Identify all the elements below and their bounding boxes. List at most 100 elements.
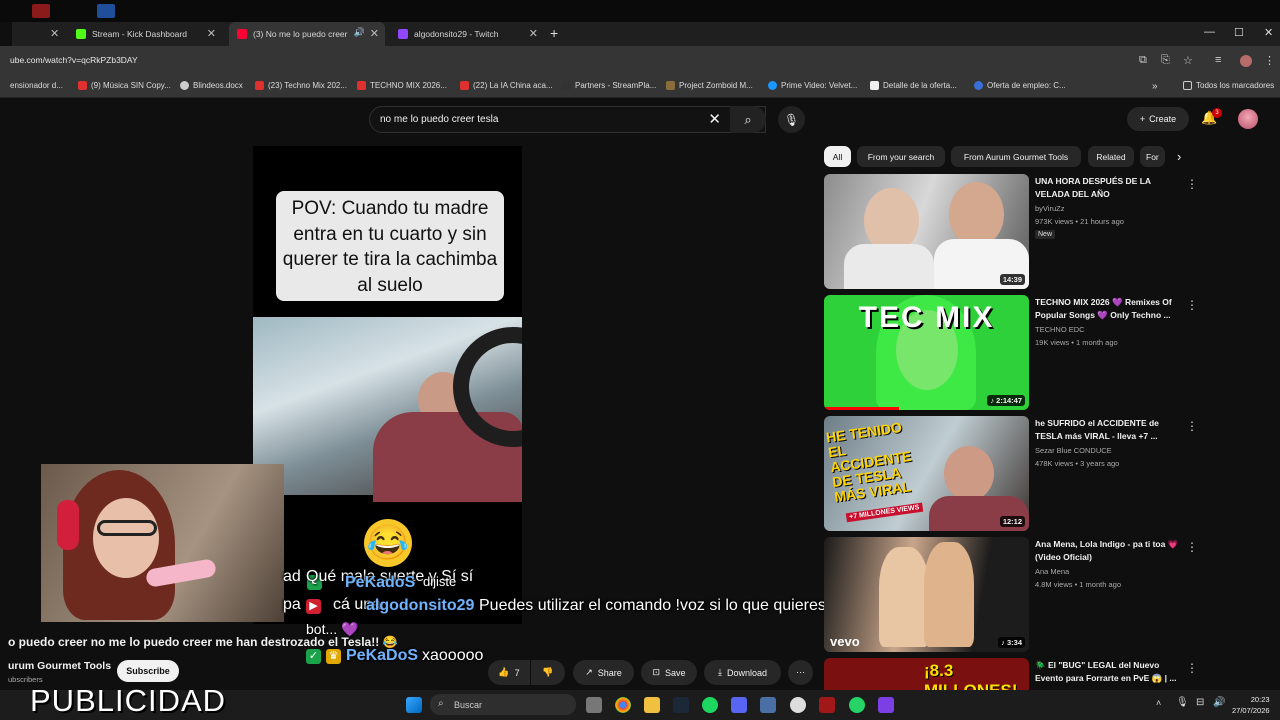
more-icon[interactable]: ⋮	[1186, 540, 1198, 554]
crown-badge-icon: ♛	[326, 649, 341, 664]
bookmark-label: (23) Techno Mix 202...	[268, 81, 348, 90]
tab-twitch[interactable]: algodonsito29 - Twitch ✕	[390, 22, 544, 46]
rec-channel[interactable]: TECHNO EDC	[1035, 325, 1085, 334]
dislike-button[interactable]: 👎	[531, 660, 565, 685]
more-icon[interactable]: ⋮	[1186, 661, 1198, 675]
subscribe-button[interactable]: Subscribe	[117, 660, 179, 682]
rec-thumbnail[interactable]: 14:39	[824, 174, 1029, 289]
bookmark[interactable]: Detalle de la oferta...	[870, 81, 957, 90]
bookmark[interactable]: ensionador d...	[10, 81, 63, 90]
taskbar-search[interactable]: ⌕ Buscar	[430, 694, 576, 715]
rec-title[interactable]: he SUFRIDO el ACCIDENTE de TESLA más VIR…	[1035, 417, 1185, 443]
maximize-icon[interactable]: ☐	[1234, 26, 1244, 39]
app-icon[interactable]	[760, 697, 776, 713]
video-player[interactable]: POV: Cuando tu madre entra en tu cuarto …	[253, 146, 522, 624]
voice-search-button[interactable]: 🎙	[778, 106, 805, 133]
chip-from-channel[interactable]: From Aurum Gourmet Tools	[951, 146, 1081, 167]
create-button[interactable]: + Create	[1127, 107, 1189, 131]
bookmark[interactable]: Project Zomboid M...	[666, 81, 753, 90]
rec-thumbnail[interactable]: ¡8.3 MILLONES!	[824, 658, 1029, 690]
steam-icon[interactable]	[673, 697, 689, 713]
chevron-up-icon[interactable]: ˄	[1156, 698, 1161, 708]
bookmark[interactable]: Oferta de empleo: C...	[974, 81, 1066, 90]
close-icon[interactable]: ✕	[370, 27, 379, 40]
like-button[interactable]: 👍 7	[488, 660, 530, 685]
chrome-icon[interactable]	[615, 697, 631, 713]
search-input[interactable]: no me lo puedo creer tesla	[380, 114, 498, 125]
rec-thumbnail[interactable]: TEC MIX ♪ 2:14:47	[824, 295, 1029, 410]
mic-icon: 🎙	[783, 112, 800, 127]
app-icon[interactable]	[878, 697, 894, 713]
whatsapp-icon[interactable]	[849, 697, 865, 713]
translate-icon[interactable]: ⧉	[1139, 54, 1147, 67]
channel-name[interactable]: urum Gourmet Tools	[8, 660, 111, 672]
bookmark[interactable]: Prime Video: Velvet...	[768, 81, 857, 90]
bookmark[interactable]: (23) Techno Mix 202...	[255, 81, 347, 90]
extensions-icon[interactable]: ≡	[1215, 54, 1221, 66]
task-view-icon[interactable]	[586, 697, 602, 713]
close-window-icon[interactable]: ✕	[1264, 26, 1273, 39]
speaker-icon[interactable]: 🔊	[354, 27, 365, 38]
chip-related[interactable]: Related	[1088, 146, 1134, 167]
rec-thumbnail[interactable]: vevo ♪ 3:34	[824, 537, 1029, 652]
more-icon[interactable]: ⋮	[1186, 419, 1198, 433]
clear-icon[interactable]: ✕	[708, 110, 721, 128]
avatar[interactable]	[1238, 109, 1258, 129]
share-button[interactable]: ↗ Share	[573, 660, 634, 685]
chevron-right-icon[interactable]: ›	[1177, 149, 1181, 164]
bookmark[interactable]: (9) Música SIN Copy...	[78, 81, 171, 90]
spotify-icon[interactable]	[702, 697, 718, 713]
chip-from-search[interactable]: From your search	[857, 146, 945, 167]
rec-title[interactable]: 🪲 El "BUG" LEGAL del Nuevo Evento para F…	[1035, 659, 1185, 685]
video-frame	[253, 317, 522, 502]
chip-for[interactable]: For	[1140, 146, 1165, 167]
windows-start-icon[interactable]	[406, 697, 422, 713]
bookmark[interactable]: TECHNO MIX 2026...	[357, 81, 447, 90]
rec-meta: 19K views • 1 month ago	[1035, 338, 1118, 347]
cast-icon[interactable]: ⎘	[1161, 54, 1170, 67]
bookmark[interactable]: (22) La IA China aca...	[460, 81, 553, 90]
rec-channel[interactable]: byViruZz	[1035, 204, 1064, 213]
share-label: Share	[597, 667, 622, 678]
rec-channel[interactable]: Sezar Blue CONDUCE	[1035, 446, 1112, 455]
more-bookmarks-icon[interactable]: »	[1152, 81, 1158, 92]
volume-icon[interactable]: 🔊	[1213, 697, 1225, 708]
app-icon[interactable]	[97, 4, 115, 18]
more-icon[interactable]: ⋮	[1186, 298, 1198, 312]
search-box[interactable]: no me lo puedo creer tesla ✕	[369, 106, 766, 133]
network-icon[interactable]: ⊟	[1196, 697, 1204, 708]
file-explorer-icon[interactable]	[644, 697, 660, 713]
rec-channel[interactable]: Ana Mena	[1035, 567, 1069, 576]
rec-title[interactable]: Ana Mena, Lola Indigo - pa ti toa 💗 (Vid…	[1035, 538, 1185, 564]
tab-kick[interactable]: Stream - Kick Dashboard ✕	[68, 22, 222, 46]
bookmark[interactable]: Blindeos.docx	[180, 81, 243, 90]
new-tab-button[interactable]: +	[550, 25, 558, 41]
save-button[interactable]: ⊡ Save	[641, 660, 697, 685]
download-button[interactable]: ⤓ Download	[704, 660, 781, 685]
clock[interactable]: 20:23 27/07/2026	[1232, 694, 1270, 716]
all-bookmarks[interactable]: Todos los marcadores	[1183, 81, 1274, 90]
discord-icon[interactable]	[731, 697, 747, 713]
url-text[interactable]: ube.com/watch?v=qcRkPZb3DAY	[10, 55, 138, 65]
app-icon[interactable]	[819, 697, 835, 713]
rec-thumbnail[interactable]: HE TENIDO EL ACCIDENTE DE TESLA MÁS VIRA…	[824, 416, 1029, 531]
profile-icon[interactable]	[1240, 55, 1252, 67]
minimize-icon[interactable]: —	[1204, 26, 1215, 38]
close-icon[interactable]: ✕	[207, 27, 216, 40]
close-icon[interactable]: ✕	[529, 27, 538, 40]
close-icon[interactable]: ✕	[50, 27, 59, 40]
tab-youtube[interactable]: (3) No me lo puedo creer 🔊 ✕	[229, 22, 385, 46]
menu-icon[interactable]: ⋮	[1264, 54, 1275, 67]
more-actions-button[interactable]: ⋯	[788, 660, 813, 685]
mic-tray-icon[interactable]: 🎙	[1176, 697, 1189, 708]
star-icon[interactable]: ☆	[1183, 54, 1193, 67]
obs-icon[interactable]	[790, 697, 806, 713]
more-icon[interactable]: ⋮	[1186, 177, 1198, 191]
bookmark[interactable]: Partners - StreamPla...	[562, 81, 656, 90]
search-button[interactable]: ⌕	[730, 106, 766, 133]
app-icon[interactable]	[32, 4, 50, 18]
chip-all[interactable]: All	[824, 146, 851, 167]
youtube-icon	[255, 81, 264, 90]
rec-title[interactable]: UNA HORA DESPUÉS DE LA VELADA DEL AÑO	[1035, 175, 1185, 201]
rec-title[interactable]: TECHNO MIX 2026 💜 Remixes Of Popular Son…	[1035, 296, 1185, 322]
